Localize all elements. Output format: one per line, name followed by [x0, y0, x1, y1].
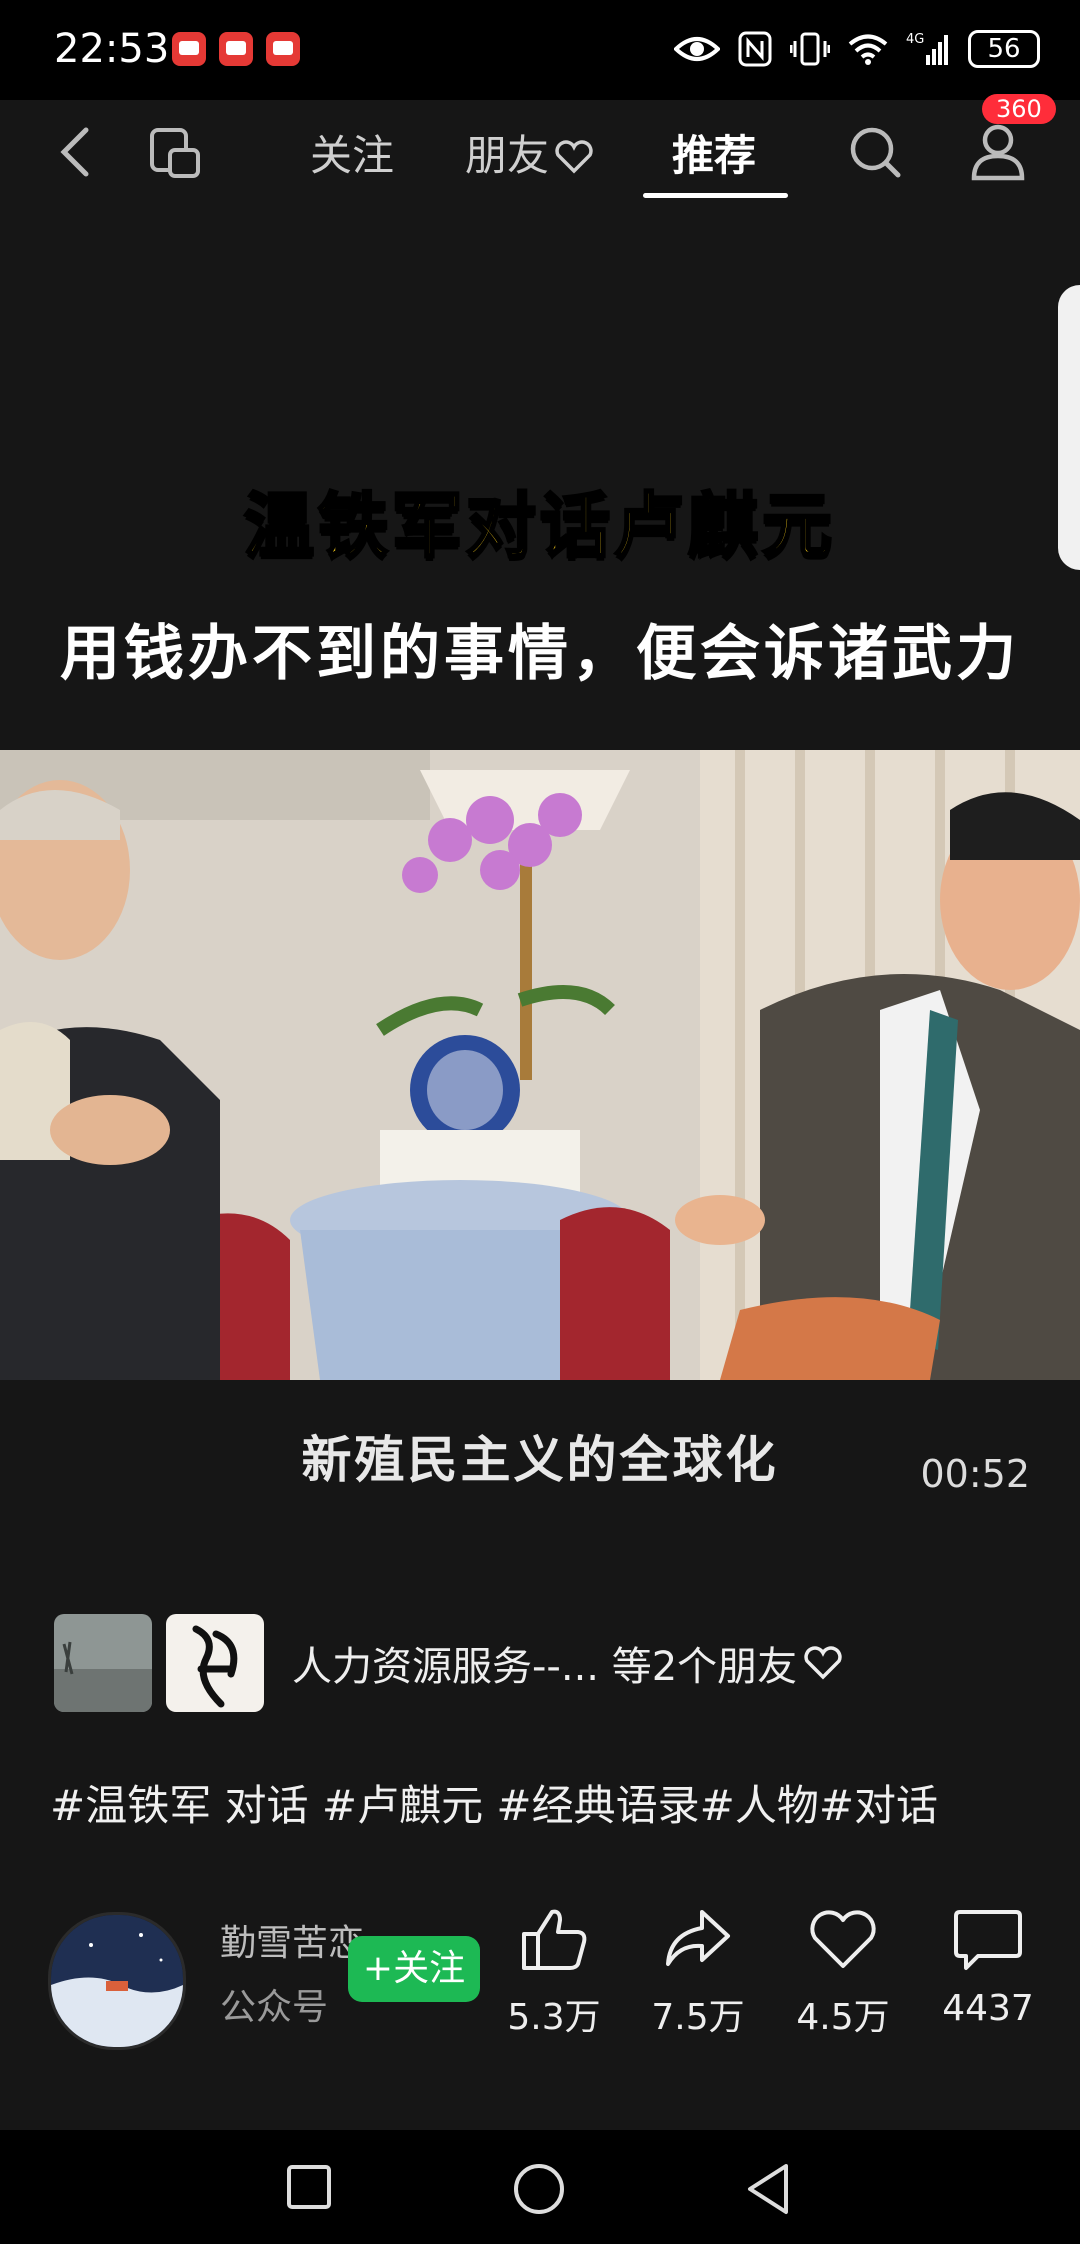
share-button[interactable]: 7.5万	[638, 1904, 758, 2040]
multi-window-icon[interactable]	[148, 122, 204, 182]
notification-app-icon	[266, 32, 300, 66]
video-player[interactable]	[0, 750, 1080, 1380]
thumbs-up-icon	[522, 1909, 587, 1970]
heart-icon	[810, 1910, 876, 1968]
hashtag-caption[interactable]: #温铁军 对话 #卢麒元 #经典语录#人物#对话	[50, 1772, 938, 1833]
author-account-type: 公众号	[220, 1987, 329, 2028]
back-icon[interactable]	[744, 2162, 792, 2216]
comment-count: 4437	[942, 1988, 1034, 2029]
tab-friends[interactable]: 朋友	[465, 122, 595, 183]
top-navigation: 关注 朋友 推荐	[0, 100, 1080, 210]
heart-icon	[804, 1646, 842, 1680]
friends-liked-row[interactable]: 人力资源服务--... 等2个朋友	[54, 1614, 845, 1712]
video-duration: 00:52	[920, 1452, 1030, 1496]
home-icon[interactable]	[512, 2162, 566, 2216]
search-icon[interactable]	[848, 122, 904, 182]
nfc-icon	[738, 31, 772, 67]
author-avatar[interactable]	[48, 1912, 186, 2050]
share-count: 7.5万	[651, 1997, 745, 2038]
profile-icon[interactable]	[970, 120, 1026, 182]
notification-app-icon	[172, 32, 206, 66]
svg-text:4G: 4G	[906, 32, 924, 47]
vibrate-icon	[790, 32, 830, 66]
video-title-line-2: 用钱办不到的事情，便会诉诸武力	[60, 619, 1020, 689]
system-navigation-bar	[0, 2130, 1080, 2244]
friend-avatar	[54, 1614, 152, 1712]
eye-icon	[674, 37, 720, 61]
share-arrow-icon	[666, 1910, 730, 1966]
like-button[interactable]: 5.3万	[494, 1904, 614, 2040]
wifi-icon	[848, 34, 888, 65]
notification-badge: 360	[982, 94, 1056, 124]
status-time: 22:53	[54, 26, 170, 72]
battery-indicator: 56	[968, 30, 1040, 68]
like-count: 5.3万	[507, 1997, 601, 2038]
status-bar: 22:53 4G 56	[0, 0, 1080, 100]
follow-button[interactable]: +关注	[348, 1936, 480, 2002]
video-subtitle: 新殖民主义的全球化	[301, 1431, 779, 1489]
friends-liked-text: 人力资源服务--... 等2个朋友	[292, 1644, 798, 1690]
video-frame-image	[0, 750, 1080, 1380]
cellular-signal-icon: 4G	[906, 32, 948, 65]
tab-follow[interactable]: 关注	[310, 122, 394, 183]
friend-avatar	[166, 1614, 264, 1712]
comment-bubble-icon	[954, 1910, 1022, 1970]
active-tab-indicator	[643, 193, 788, 198]
status-icons: 4G 56	[674, 24, 1040, 74]
heart-icon	[555, 140, 593, 174]
back-arrow-icon[interactable]	[56, 122, 96, 182]
video-title-line-1: 温铁军对话卢麒元	[243, 484, 836, 569]
author-name[interactable]: 勤雪苦恋	[220, 1914, 364, 1966]
notification-app-icon	[219, 32, 253, 66]
comment-button[interactable]: 4437	[928, 1904, 1048, 2029]
tab-recommended[interactable]: 推荐	[672, 122, 756, 183]
recent-apps-icon[interactable]	[286, 2164, 332, 2210]
favorite-button[interactable]: 4.5万	[783, 1904, 903, 2040]
favorite-count: 4.5万	[796, 1997, 890, 2038]
